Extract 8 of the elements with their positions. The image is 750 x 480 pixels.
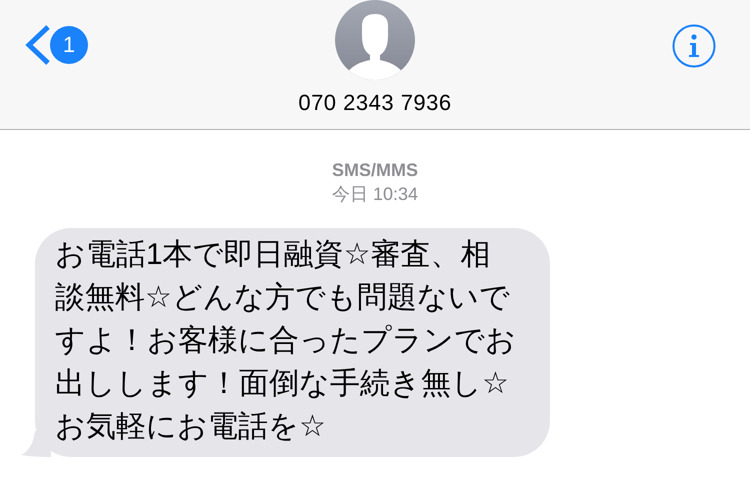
contact-avatar-icon[interactable] bbox=[335, 0, 415, 80]
back-chevron-icon[interactable] bbox=[24, 24, 52, 66]
message-text: お電話1本で即日融資☆審査、相 談無料☆どんな方でも問題ないで すよ！お客様に合ったプランでお 出しします！面倒な手続き無し☆ お気軽にお電話を☆ bbox=[55, 237, 516, 445]
info-icon[interactable] bbox=[672, 24, 716, 68]
contact-phone-number: 070 2343 7936 bbox=[298, 90, 452, 116]
service-label: SMS/MMS bbox=[332, 159, 418, 182]
message-timestamp: 今日 10:34 bbox=[332, 183, 418, 206]
unread-count-badge: 1 bbox=[50, 26, 88, 64]
